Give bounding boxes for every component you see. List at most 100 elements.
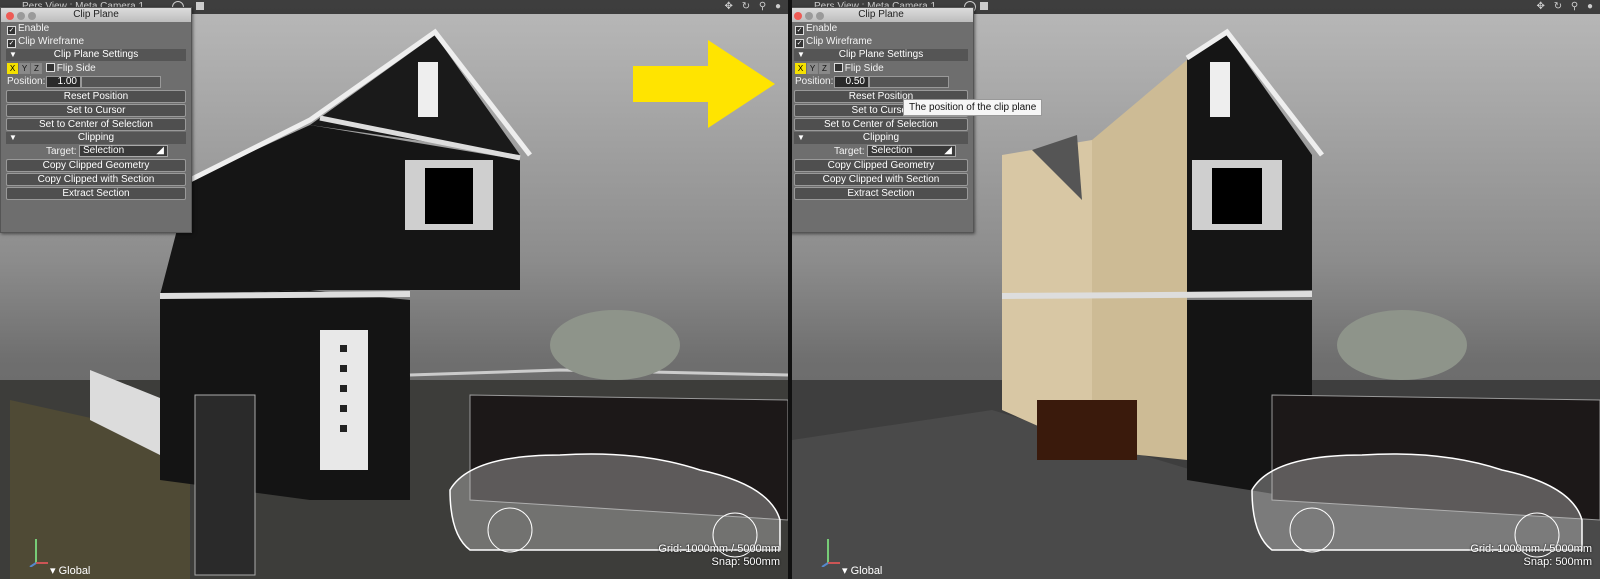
grid-text: Grid: 1000mm / 5000mm [1470, 543, 1592, 555]
disclosure-triangle-icon[interactable]: ▼ [797, 132, 805, 144]
copy-clipped-geometry-button[interactable]: Copy Clipped Geometry [794, 159, 968, 172]
panel-titlebar[interactable]: Clip Plane [1, 8, 191, 22]
axis-z-button[interactable]: Z [819, 63, 830, 74]
target-row: Target: Selection ◢ [1, 145, 191, 158]
enable-checkbox[interactable]: ✓ [795, 26, 804, 35]
enable-label: Enable [806, 23, 838, 34]
disclosure-triangle-icon[interactable]: ▼ [9, 132, 17, 144]
enable-row[interactable]: ✓ Enable [792, 22, 973, 35]
target-select[interactable]: Selection ◢ [79, 145, 168, 157]
target-row: Target: Selection ◢ [792, 145, 973, 158]
position-slider[interactable] [81, 76, 161, 88]
flip-side-label: Flip Side [56, 63, 96, 74]
coordinate-system-label[interactable]: ▾ Global [50, 564, 90, 577]
position-slider[interactable] [869, 76, 949, 88]
position-row: Position: 1.00 [1, 75, 191, 89]
target-value: Selection [871, 145, 913, 156]
axis-gizmo-icon [29, 539, 48, 567]
tree [550, 310, 680, 380]
grid-info: Grid: 1000mm / 5000mm Snap: 500mm [658, 543, 780, 569]
axis-gizmo-icon [821, 539, 840, 567]
set-center-selection-button[interactable]: Set to Center of Selection [794, 118, 968, 131]
extract-section-button[interactable]: Extract Section [6, 187, 186, 200]
tree [1337, 310, 1467, 380]
close-icon[interactable] [794, 12, 802, 20]
set-center-selection-button[interactable]: Set to Center of Selection [6, 118, 186, 131]
enable-checkbox[interactable]: ✓ [7, 26, 16, 35]
vent [418, 62, 438, 117]
clip-plane-settings-header[interactable]: ▼ Clip Plane Settings [6, 49, 186, 61]
clip-plane-panel: Clip Plane ✓ Enable ✓ Clip Wireframe ▼ Clip… [0, 7, 192, 233]
grid-text: Grid: 1000mm / 5000mm [658, 543, 780, 555]
disclosure-triangle-icon[interactable]: ▼ [797, 49, 805, 61]
enable-label: Enable [18, 23, 50, 34]
axis-z-button[interactable]: Z [31, 63, 42, 74]
clipping-header[interactable]: ▼ Clipping [6, 132, 186, 144]
panel-title: Clip Plane [73, 9, 119, 20]
panel-titlebar[interactable]: Clip Plane [792, 8, 973, 22]
target-select[interactable]: Selection ◢ [867, 145, 956, 157]
viewport-left[interactable]: Pers View : Meta Camera 1 ✥ ↻ ⚲ ● Clip P… [0, 0, 788, 579]
navigation-icons[interactable]: ✥ ↻ ⚲ ● [725, 0, 784, 14]
zoom-icon[interactable] [28, 12, 36, 20]
grid-info: Grid: 1000mm / 5000mm Snap: 500mm [1470, 543, 1592, 569]
navigation-icons[interactable]: ✥ ↻ ⚲ ● [1537, 0, 1596, 14]
clip-wireframe-row[interactable]: ✓ Clip Wireframe [1, 35, 191, 48]
copy-clipped-geometry-button[interactable]: Copy Clipped Geometry [6, 159, 186, 172]
axis-x-button[interactable]: X [795, 63, 806, 74]
clip-plane-settings-header[interactable]: ▼ Clip Plane Settings [794, 49, 968, 61]
target-label: Target: [46, 146, 77, 157]
global-label: Global [58, 565, 91, 577]
zoom-icon[interactable] [816, 12, 824, 20]
flip-side-checkbox[interactable] [833, 63, 843, 72]
axis-y-button[interactable]: Y [19, 63, 30, 74]
axis-row: XYZ Flip Side [792, 62, 973, 75]
minimize-icon[interactable] [17, 12, 25, 20]
reset-position-button[interactable]: Reset Position [6, 90, 186, 103]
clipping-header[interactable]: ▼ Clipping [794, 132, 968, 144]
axis-row: XYZ Flip Side [1, 62, 191, 75]
disclosure-triangle-icon[interactable]: ▼ [9, 49, 17, 61]
flip-side-checkbox[interactable] [45, 63, 55, 72]
clipping-label: Clipping [77, 132, 115, 143]
clip-wireframe-row[interactable]: ✓ Clip Wireframe [792, 35, 973, 48]
extract-section-button[interactable]: Extract Section [794, 187, 968, 200]
clip-wireframe-label: Clip Wireframe [806, 36, 873, 47]
clipping-label: Clipping [862, 132, 900, 143]
settings-label: Clip Plane Settings [838, 49, 924, 60]
clip-plane-panel: Clip Plane ✓ Enable ✓ Clip Wireframe ▼ Clip… [792, 7, 974, 233]
position-label: Position: [7, 76, 46, 87]
object-icon[interactable] [980, 2, 988, 10]
global-label: Global [850, 565, 883, 577]
settings-label: Clip Plane Settings [53, 49, 139, 60]
position-tooltip: The position of the clip plane [903, 99, 1043, 116]
coordinate-system-label[interactable]: ▾ Global [842, 564, 882, 577]
object-icon[interactable] [196, 2, 204, 10]
minimize-icon[interactable] [805, 12, 813, 20]
chevron-down-icon: ◢ [156, 145, 164, 156]
viewport-right[interactable]: Pers View : Meta Camera 1 ✥ ↻ ⚲ ● Clip P… [792, 0, 1600, 579]
enable-row[interactable]: ✓ Enable [1, 22, 191, 35]
axis-x-button[interactable]: X [7, 63, 18, 74]
close-icon[interactable] [6, 12, 14, 20]
copy-clipped-section-button[interactable]: Copy Clipped with Section [6, 173, 186, 186]
snap-text: Snap: 500mm [711, 556, 780, 568]
set-to-cursor-button[interactable]: Set to Cursor [6, 104, 186, 117]
snap-text: Snap: 500mm [1523, 556, 1592, 568]
panel-title: Clip Plane [858, 9, 904, 20]
arrow-right-icon [633, 40, 775, 128]
target-value: Selection [83, 145, 125, 156]
clip-wireframe-checkbox[interactable]: ✓ [7, 39, 16, 48]
chevron-down-icon: ◢ [944, 145, 952, 156]
section-opening [1037, 400, 1137, 460]
clip-wireframe-checkbox[interactable]: ✓ [795, 39, 804, 48]
position-input[interactable]: 1.00 [46, 76, 81, 88]
position-label: Position: [795, 76, 834, 87]
position-input[interactable]: 0.50 [834, 76, 869, 88]
target-label: Target: [834, 146, 865, 157]
flip-side-label: Flip Side [844, 63, 884, 74]
axis-y-button[interactable]: Y [807, 63, 818, 74]
clip-wireframe-label: Clip Wireframe [18, 36, 85, 47]
screen-panel [194, 394, 256, 576]
copy-clipped-section-button[interactable]: Copy Clipped with Section [794, 173, 968, 186]
